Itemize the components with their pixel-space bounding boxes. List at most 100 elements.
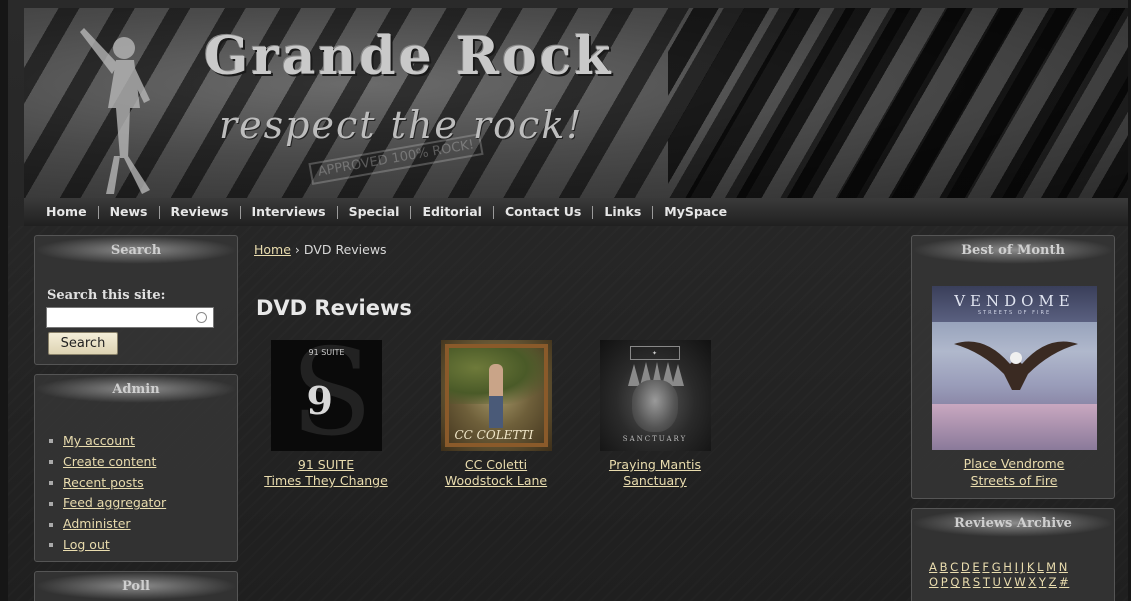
bullet-icon (49, 460, 53, 465)
archive-row: ABCDEFGHIJKLMN (929, 560, 1105, 575)
search-block-title: Search (35, 236, 237, 264)
archive-letter-link[interactable]: C (950, 560, 959, 574)
breadcrumb-current: DVD Reviews (303, 242, 387, 257)
album-cover-91-suite[interactable]: S 91 SUITE 9 (270, 340, 382, 451)
band-logo-icon: ✦ (629, 346, 680, 360)
cover-subtitle: STREETS OF FIRE (977, 310, 1052, 316)
feed-aggregator-link[interactable]: Feed aggregator (63, 493, 166, 514)
archive-letter-link[interactable]: T (983, 575, 991, 589)
search-circle-icon (196, 312, 207, 323)
nav-home[interactable]: Home (46, 205, 98, 219)
review-link[interactable]: CC Coletti Woodstock Lane (431, 457, 561, 489)
archive-letter-link[interactable]: H (1003, 560, 1012, 574)
search-input[interactable] (46, 307, 214, 328)
archive-letter-link[interactable]: O (929, 575, 939, 589)
best-of-month-link[interactable]: Place Vendrome Streets of Fire (912, 456, 1116, 490)
archive-letter-link[interactable]: A (929, 560, 937, 574)
archive-letter-link[interactable]: N (1059, 560, 1068, 574)
archive-letter-link[interactable]: F (982, 560, 989, 574)
nav-special[interactable]: Special (338, 205, 411, 219)
nav-editorial[interactable]: Editorial (411, 205, 493, 219)
bullet-icon (49, 480, 53, 485)
archive-letter-link[interactable]: # (1059, 575, 1069, 589)
cover-label: 91 SUITE (308, 348, 345, 357)
archive-letter-link[interactable]: Y (1039, 575, 1047, 589)
site-title[interactable]: Grande Rock (204, 26, 613, 87)
archive-letter-index: ABCDEFGHIJKLMN O P Q R S T U V W X Y Z # (929, 560, 1105, 590)
log-out-link[interactable]: Log out (63, 535, 110, 556)
nav-reviews[interactable]: Reviews (160, 205, 240, 219)
cover-number: 9 (306, 378, 333, 423)
archive-letter-link[interactable]: J (1021, 560, 1025, 574)
site-header: Grande Rock respect the rock! APPROVED 1… (24, 8, 1128, 198)
nav-myspace[interactable]: MySpace (653, 205, 738, 219)
admin-menu-item: Create content (49, 452, 166, 473)
nav-news[interactable]: News (99, 205, 159, 219)
review-item: ✦ SANCTUARY Praying Mantis Sanctuary (590, 340, 720, 489)
archive-letter-link[interactable]: L (1037, 560, 1044, 574)
archive-letter-link[interactable]: W (1014, 575, 1026, 589)
search-button[interactable]: Search (48, 332, 118, 355)
archive-letter-link[interactable]: R (962, 575, 971, 589)
archive-letter-link[interactable]: X (1028, 575, 1036, 589)
search-label: Search this site: (47, 288, 166, 303)
review-artist: 91 SUITE (297, 457, 355, 472)
album-cover-cc-coletti[interactable]: CC COLETTI (440, 340, 552, 451)
review-album: Sanctuary (623, 473, 687, 488)
site-slogan: respect the rock! (219, 103, 584, 147)
archive-letter-link[interactable]: D (961, 560, 970, 574)
review-artist: CC Coletti (464, 457, 528, 472)
my-account-link[interactable]: My account (63, 431, 135, 452)
admin-menu-item: Recent posts (49, 473, 166, 494)
archive-letter-link[interactable]: V (1004, 575, 1012, 589)
bullet-icon (49, 522, 53, 527)
review-item: S 91 SUITE 9 91 SUITE Times They Change (261, 340, 391, 489)
archive-letter-link[interactable]: P (941, 575, 948, 589)
page-title: DVD Reviews (256, 296, 412, 320)
nav-interviews[interactable]: Interviews (241, 205, 337, 219)
admin-menu-item: Administer (49, 514, 166, 535)
review-link[interactable]: Praying Mantis Sanctuary (590, 457, 720, 489)
review-album: Woodstock Lane (444, 473, 548, 488)
album-cover-praying-mantis[interactable]: ✦ SANCTUARY (599, 340, 711, 451)
archive-letter-link[interactable]: B (940, 560, 948, 574)
statue-skull-icon (631, 380, 678, 432)
administer-link[interactable]: Administer (63, 514, 131, 535)
archive-letter-link[interactable]: S (973, 575, 981, 589)
admin-block: Admin My account Create content Recent p… (34, 374, 238, 562)
archive-letter-link[interactable]: U (993, 575, 1002, 589)
poll-block-title: Poll (35, 572, 237, 600)
admin-block-title: Admin (35, 375, 237, 403)
create-content-link[interactable]: Create content (63, 452, 156, 473)
nav-contact-us[interactable]: Contact Us (494, 205, 592, 219)
main-navigation: Home News Reviews Interviews Special Edi… (24, 198, 1128, 226)
review-link[interactable]: 91 SUITE Times They Change (261, 457, 391, 489)
archive-letter-link[interactable]: E (972, 560, 980, 574)
best-of-month-cover[interactable]: VENDOME STREETS OF FIRE (932, 286, 1097, 450)
reviews-archive-title: Reviews Archive (912, 509, 1114, 537)
breadcrumb-home-link[interactable]: Home (254, 242, 291, 257)
cover-title: VENDOME (954, 292, 1075, 310)
bullet-icon (49, 439, 53, 444)
archive-letter-link[interactable]: Q (950, 575, 960, 589)
rock-singer-figure-icon (80, 28, 150, 194)
archive-letter-link[interactable]: M (1046, 560, 1056, 574)
admin-menu-item: My account (49, 431, 166, 452)
archive-row: O P Q R S T U V W X Y Z # (929, 575, 1105, 590)
search-block: Search Search this site: Search (34, 235, 238, 365)
review-artist: Praying Mantis (608, 457, 702, 472)
review-album: Times They Change (264, 473, 388, 488)
poll-block: Poll (34, 571, 238, 601)
breadcrumb-separator: › (294, 242, 300, 257)
page: Grande Rock respect the rock! APPROVED 1… (8, 0, 1128, 601)
archive-letter-link[interactable]: I (1015, 560, 1019, 574)
nav-links[interactable]: Links (593, 205, 652, 219)
best-of-month-title: Best of Month (912, 236, 1114, 264)
archive-letter-link[interactable]: K (1027, 560, 1035, 574)
bullet-icon (49, 543, 53, 548)
admin-menu-item: Log out (49, 535, 166, 556)
recent-posts-link[interactable]: Recent posts (63, 473, 144, 494)
header-stripes (668, 8, 1128, 198)
archive-letter-link[interactable]: Z (1049, 575, 1057, 589)
archive-letter-link[interactable]: G (992, 560, 1001, 574)
